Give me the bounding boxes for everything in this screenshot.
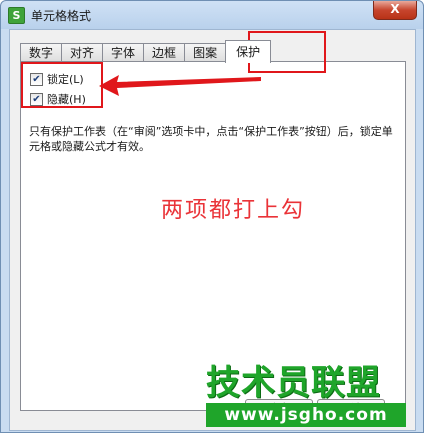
tab-protection[interactable]: 保护 — [225, 40, 272, 63]
watermark-url: www.jsgho.com — [206, 403, 406, 427]
tab-number[interactable]: 数字 — [20, 43, 63, 63]
tab-pattern[interactable]: 图案 — [184, 43, 227, 63]
tab-strip: 数字 对齐 字体 边框 图案 保护 — [20, 40, 272, 63]
watermark-logo: 技术员联盟 — [206, 363, 381, 403]
pointer-arrow-icon — [99, 75, 261, 96]
spreadsheet-app-icon: S — [8, 7, 25, 24]
title-bar[interactable]: S 单元格格式 X — [1, 1, 423, 29]
window-title: 单元格格式 — [31, 9, 92, 23]
protection-help-text: 只有保护工作表（在“审阅”选项卡中，点击“保护工作表”按钮）后，锁定单元格或隐藏… — [29, 125, 393, 153]
dialog-window: S 单元格格式 X 数字 对齐 字体 边框 图案 保护 ✔ 锁定(L) ✔ 隐藏… — [0, 0, 424, 433]
tab-font[interactable]: 字体 — [102, 43, 145, 63]
checkbox-highlight-box — [21, 62, 103, 108]
protection-panel: ✔ 锁定(L) ✔ 隐藏(H) 只有保护工作表（在“审阅”选项卡中，点击“保护工… — [20, 61, 406, 411]
close-button[interactable]: X — [373, 1, 417, 20]
annotation-text: 两项都打上勾 — [161, 198, 306, 223]
tab-alignment[interactable]: 对齐 — [61, 43, 104, 63]
tab-border[interactable]: 边框 — [143, 43, 186, 63]
